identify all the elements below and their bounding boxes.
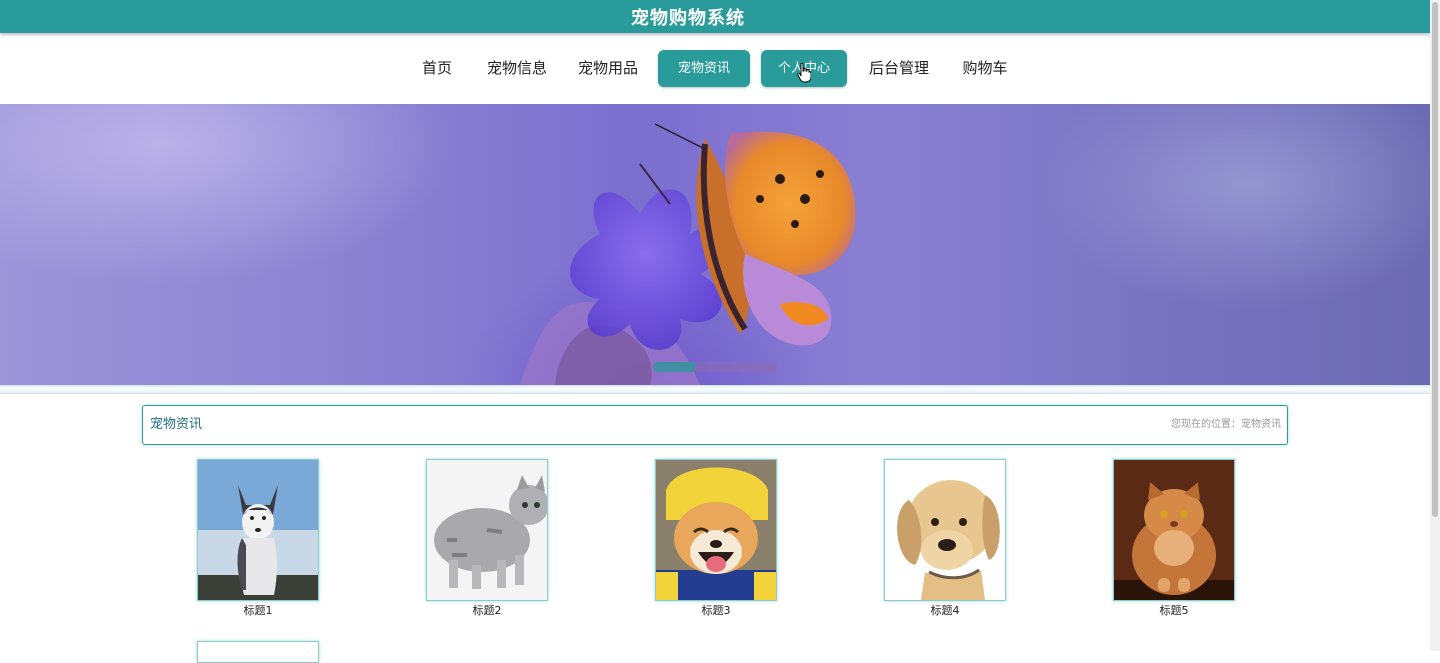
breadcrumb: 您现在的位置：宠物资讯 [1171, 419, 1281, 430]
news-title[interactable]: 标题4 [884, 604, 1006, 618]
hero-banner[interactable] [0, 104, 1430, 385]
kitten-photo [427, 460, 547, 600]
carousel-dot-active[interactable] [653, 362, 695, 372]
labrador-photo [885, 460, 1005, 600]
site-title: 宠物购物系统 [631, 7, 745, 29]
news-thumbnail[interactable] [1113, 459, 1235, 601]
section-header: 宠物资讯 您现在的位置：宠物资讯 [142, 405, 1288, 445]
header-bar: 宠物购物系统 [0, 0, 1430, 33]
news-card[interactable]: 标题1 [197, 459, 319, 618]
nav-pet-news[interactable]: 宠物资讯 [658, 50, 750, 87]
scrollbar-thumb[interactable] [1432, 2, 1438, 517]
nav-home[interactable]: 首页 [420, 50, 454, 87]
news-card[interactable]: 标题5 [1113, 459, 1235, 618]
carousel-indicator[interactable] [653, 362, 778, 372]
nav-pet-info[interactable]: 宠物信息 [485, 50, 549, 87]
news-card-partial[interactable] [197, 641, 319, 663]
news-card[interactable]: 标题3 [655, 459, 777, 618]
shiba-photo [656, 460, 776, 600]
news-title[interactable]: 标题1 [197, 604, 319, 618]
husky-photo [198, 460, 318, 600]
hand-cursor-icon [797, 63, 811, 83]
news-thumbnail[interactable] [426, 459, 548, 601]
butterfly-flower-image [520, 123, 856, 385]
news-thumbnail[interactable] [884, 459, 1006, 601]
nav-pet-supplies[interactable]: 宠物用品 [576, 50, 640, 87]
news-card[interactable]: 标题2 [426, 459, 548, 618]
news-title[interactable]: 标题3 [655, 604, 777, 618]
news-title[interactable]: 标题5 [1113, 604, 1235, 618]
section-divider [0, 385, 1430, 394]
news-thumbnail[interactable] [655, 459, 777, 601]
news-thumbnail[interactable] [197, 459, 319, 601]
nav-admin[interactable]: 后台管理 [867, 50, 931, 87]
persian-cat-photo [1114, 460, 1234, 600]
page-scrollbar[interactable] [1430, 0, 1440, 651]
nav-cart[interactable]: 购物车 [961, 50, 1009, 87]
section-title: 宠物资讯 [150, 417, 203, 432]
main-nav: 首页 宠物信息 宠物用品 宠物资讯 个人中心 后台管理 购物车 [0, 33, 1430, 104]
news-card[interactable]: 标题4 [884, 459, 1006, 618]
news-title[interactable]: 标题2 [426, 604, 548, 618]
